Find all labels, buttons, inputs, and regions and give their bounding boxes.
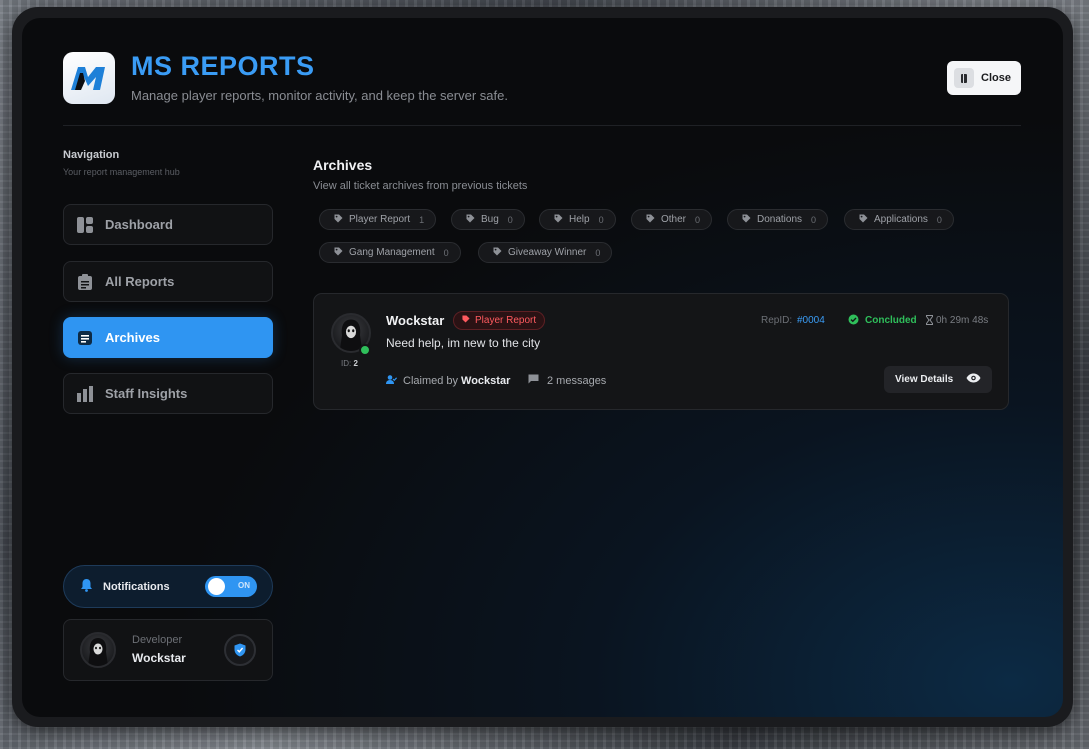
sidebar-item-label: Dashboard [105, 217, 173, 232]
notifications-label: Notifications [103, 580, 170, 593]
sidebar-item-dashboard[interactable]: Dashboard [63, 204, 273, 245]
close-button[interactable]: Close [947, 61, 1021, 95]
page-title: Archives [313, 157, 373, 173]
view-details-label: View Details [895, 374, 954, 385]
tag-icon [554, 214, 563, 226]
rep-id-value: #0004 [797, 315, 825, 326]
app-logo [63, 52, 115, 104]
claimed-by-name: Wockstar [461, 375, 511, 387]
category-chip-bug[interactable]: Bug 0 [451, 209, 525, 230]
claimed-by: Claimed by Wockstar [386, 374, 510, 388]
chip-label: Applications [874, 214, 928, 225]
chip-label: Player Report [349, 214, 411, 225]
category-chip-giveaway-winner[interactable]: Giveaway Winner 0 [478, 242, 613, 263]
tag-icon [742, 214, 751, 226]
app-subtitle: Manage player reports, monitor activity,… [131, 88, 508, 103]
app-title: MS REPORTS [131, 51, 315, 81]
user-check-icon [386, 374, 398, 388]
chip-count: 0 [443, 247, 449, 258]
chip-count: 0 [811, 214, 817, 225]
ticket-status: Concluded [865, 315, 917, 326]
ticket-category-badge: Player Report [453, 311, 546, 330]
ticket-duration: 0h 29m 48s [936, 315, 989, 326]
close-door-icon [954, 68, 974, 88]
ticket-message: Need help, im new to the city [386, 336, 541, 350]
sidebar-item-archives[interactable]: Archives [63, 317, 273, 358]
toggle-knob [208, 578, 225, 595]
close-button-label: Close [981, 72, 1011, 84]
tag-icon [646, 214, 655, 226]
archive-icon [76, 329, 94, 347]
chip-label: Bug [481, 214, 499, 225]
check-circle-icon [848, 314, 859, 328]
shield-check-icon [234, 643, 246, 657]
chat-bubble-icon [528, 374, 539, 387]
ticket-player-id: ID: 2 [341, 359, 358, 368]
ticket-card: ID: 2 Wockstar Player Report Need help, … [313, 293, 1009, 410]
tag-icon [466, 214, 475, 226]
rep-id-label: RepID: [761, 315, 793, 326]
header-divider [63, 125, 1021, 126]
notifications-panel: Notifications ON [63, 565, 273, 608]
tag-icon [462, 315, 470, 326]
eye-icon [966, 373, 981, 386]
sidebar-subtitle: Your report management hub [63, 167, 180, 177]
hourglass-icon [926, 315, 933, 328]
chip-label: Gang Management [349, 247, 435, 258]
ticket-player-name: Wockstar [386, 313, 445, 328]
profile-card: Developer Wockstar [63, 619, 273, 681]
notifications-toggle[interactable]: ON [205, 576, 257, 597]
tag-icon [859, 214, 868, 226]
toggle-state-text: ON [238, 581, 250, 590]
chip-label: Other [661, 214, 687, 225]
clipboard-icon [76, 273, 94, 291]
tablet-frame: MS REPORTS Manage player reports, monito… [12, 7, 1073, 727]
chip-label: Help [569, 214, 590, 225]
message-count-label: 2 messages [547, 374, 607, 387]
chip-count: 0 [507, 214, 513, 225]
category-chip-other[interactable]: Other 0 [631, 209, 713, 230]
app-screen: MS REPORTS Manage player reports, monito… [22, 18, 1063, 717]
chip-label: Giveaway Winner [508, 247, 587, 258]
bar-chart-icon [76, 385, 94, 403]
category-chip-gang-management[interactable]: Gang Management 0 [319, 242, 461, 263]
sidebar-item-staff-insights[interactable]: Staff Insights [63, 373, 273, 414]
chip-count: 1 [419, 214, 425, 225]
shield-badge [224, 634, 256, 666]
chip-count: 0 [936, 214, 942, 225]
sidebar-item-label: Staff Insights [105, 386, 188, 401]
category-chip-donations[interactable]: Donations 0 [727, 209, 829, 230]
chip-label: Donations [757, 214, 803, 225]
logo-m-icon [71, 67, 105, 90]
chip-count: 0 [695, 214, 701, 225]
sidebar-title: Navigation [63, 149, 120, 161]
sidebar-item-all-reports[interactable]: All Reports [63, 261, 273, 302]
category-chip-player-report[interactable]: Player Report 1 [319, 209, 437, 230]
tag-icon [334, 247, 343, 259]
badge-label: Player Report [475, 315, 537, 326]
view-details-button[interactable]: View Details [884, 366, 992, 393]
sidebar-item-label: Archives [105, 330, 160, 345]
claimed-label: Claimed by [403, 375, 459, 387]
chip-count: 0 [598, 214, 604, 225]
sidebar-item-label: All Reports [105, 274, 175, 289]
tag-icon [334, 214, 343, 226]
category-chip-applications[interactable]: Applications 0 [844, 209, 954, 230]
bell-icon [80, 578, 93, 595]
page-subtitle: View all ticket archives from previous t… [313, 180, 528, 192]
tag-icon [493, 247, 502, 259]
ticket-message-count: 2 messages [528, 374, 606, 387]
hooded-figure-icon [88, 638, 108, 666]
avatar [80, 632, 116, 668]
online-status-dot [359, 344, 371, 356]
category-chip-help[interactable]: Help 0 [539, 209, 616, 230]
dashboard-icon [76, 216, 94, 234]
profile-role: Developer [132, 634, 183, 646]
profile-name: Wockstar [132, 651, 186, 665]
chip-count: 0 [595, 247, 601, 258]
